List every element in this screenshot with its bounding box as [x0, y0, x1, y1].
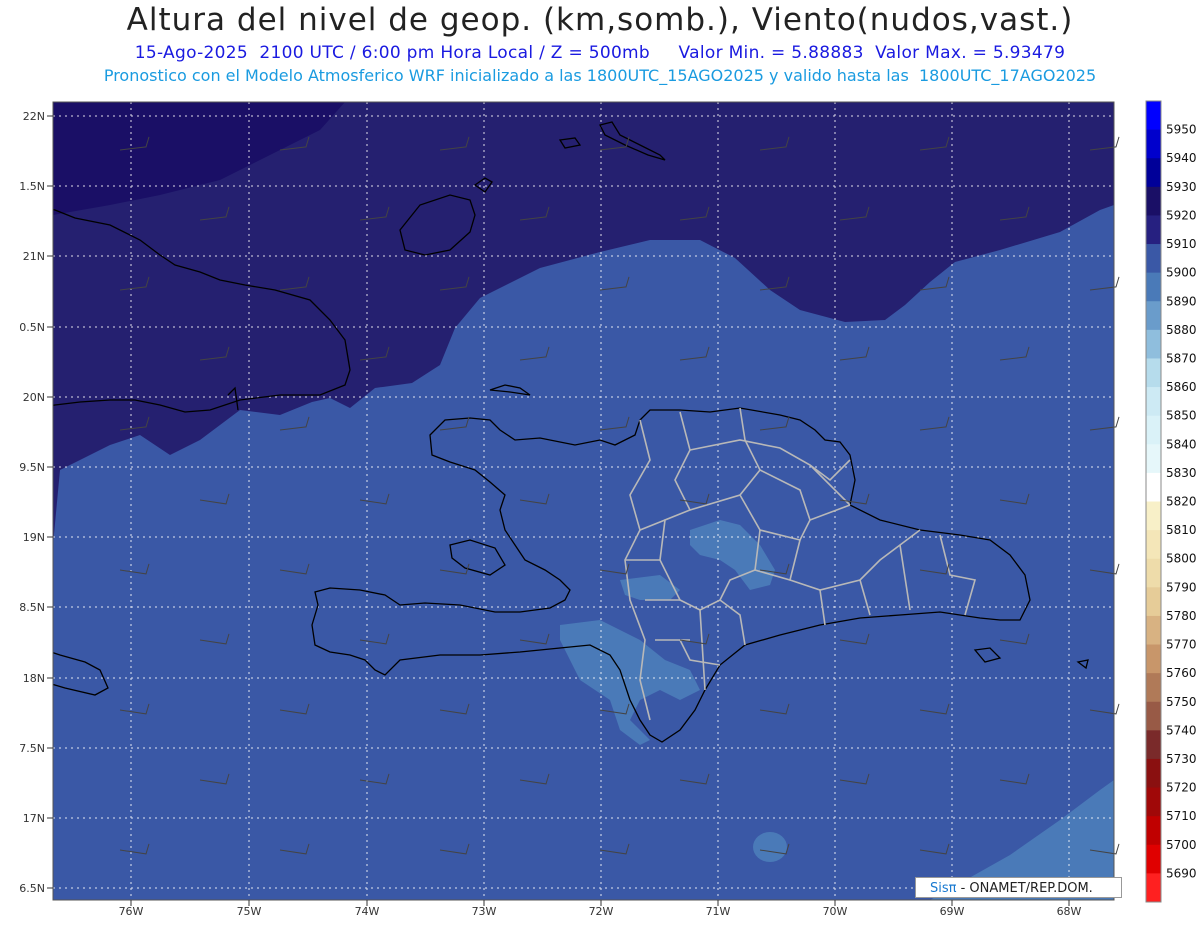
- credit-box: Sisπ - ONAMET/REP.DOM.: [915, 877, 1122, 898]
- lat-label: 9.5N: [19, 461, 45, 474]
- credit-text: - ONAMET/REP.DOM.: [960, 881, 1093, 896]
- lat-label: 8.5N: [19, 601, 45, 614]
- colorbar-swatch: [1146, 758, 1161, 789]
- lon-label: 76W: [119, 905, 144, 918]
- colorbar-label: 5870: [1166, 352, 1197, 366]
- lon-label: 74W: [355, 905, 380, 918]
- colorbar-swatch: [1146, 272, 1161, 302]
- colorbar-swatch: [1146, 387, 1161, 417]
- colorbar-label: 5790: [1166, 580, 1197, 594]
- colorbar-swatch: [1146, 501, 1161, 531]
- longitude-labels: 76W 75W 74W 73W 72W 71W 70W 69W 68W: [119, 900, 1082, 918]
- colorbar-swatch: [1146, 129, 1161, 159]
- colorbar-label: 5700: [1166, 838, 1197, 852]
- colorbar-label: 5720: [1166, 781, 1197, 795]
- colorbar-label: 5890: [1166, 294, 1197, 308]
- colorbar-label: 5900: [1166, 266, 1197, 280]
- colorbar-swatch: [1146, 101, 1161, 131]
- colorbar-swatch: [1146, 644, 1161, 674]
- colorbar-swatch: [1146, 673, 1161, 703]
- lon-label: 73W: [472, 905, 497, 918]
- colorbar-label: 5780: [1166, 609, 1197, 623]
- colorbar-label: 5800: [1166, 552, 1197, 566]
- lat-label: 1.5N: [19, 180, 45, 193]
- colorbar-swatch: [1146, 444, 1161, 474]
- colorbar-swatch: [1146, 873, 1161, 903]
- colorbar-swatch: [1146, 787, 1161, 817]
- colorbar-swatch: [1146, 215, 1161, 245]
- colorbar-swatch: [1146, 615, 1161, 646]
- colorbar-swatch: [1146, 587, 1161, 617]
- colorbar-swatch: [1146, 158, 1161, 188]
- colorbar-label: 5810: [1166, 523, 1197, 537]
- colorbar-swatch: [1146, 844, 1161, 874]
- colorbar-label: 5750: [1166, 695, 1197, 709]
- lat-label: 19N: [23, 531, 45, 544]
- colorbar-label: 5910: [1166, 237, 1197, 251]
- colorbar-label: 5770: [1166, 638, 1197, 652]
- lat-label: 7.5N: [19, 742, 45, 755]
- colorbar-swatch: [1146, 472, 1161, 502]
- colorbar-label: 5710: [1166, 809, 1197, 823]
- colorbar-label: 5940: [1166, 151, 1197, 165]
- colorbar-swatch: [1146, 358, 1161, 388]
- credit-brand: Sisπ: [930, 881, 957, 896]
- colorbar-label: 5730: [1166, 752, 1197, 766]
- colorbar-swatch: [1146, 530, 1161, 560]
- colorbar-swatch: [1146, 186, 1161, 216]
- colorbar-label: 5690: [1166, 866, 1197, 880]
- colorbar-swatch: [1146, 244, 1161, 274]
- colorbar-label: 5840: [1166, 437, 1197, 451]
- lat-label: 0.5N: [19, 321, 45, 334]
- colorbar-label: 5880: [1166, 323, 1197, 337]
- lat-label: 18N: [23, 672, 45, 685]
- colorbar-label: 5920: [1166, 208, 1197, 222]
- colorbar-swatch: [1146, 329, 1161, 359]
- colorbar-label: 5860: [1166, 380, 1197, 394]
- lat-label: 20N: [23, 391, 45, 404]
- field-light-blob1: [753, 832, 787, 862]
- colorbar-label: 5830: [1166, 466, 1197, 480]
- lon-label: 69W: [940, 905, 965, 918]
- map-figure: 22N 1.5N 21N 0.5N 20N 9.5N 19N 8.5N 18N 7.5N 17N 6.…: [19, 100, 1197, 918]
- colorbar-label: 5950: [1166, 123, 1197, 137]
- colorbar-swatch: [1146, 730, 1161, 760]
- colorbar-label: 5820: [1166, 495, 1197, 509]
- colorbar-swatch: [1146, 301, 1161, 331]
- lon-label: 71W: [706, 905, 731, 918]
- colorbar-swatch: [1146, 558, 1161, 588]
- lon-label: 72W: [589, 905, 614, 918]
- colorbar-swatch: [1146, 415, 1161, 445]
- lon-label: 70W: [823, 905, 848, 918]
- lat-label: 6.5N: [19, 882, 45, 895]
- colorbar-label: 5760: [1166, 666, 1197, 680]
- colorbar-label: 5740: [1166, 723, 1197, 737]
- lon-label: 68W: [1057, 905, 1082, 918]
- lat-label: 22N: [23, 110, 45, 123]
- latitude-labels: 22N 1.5N 21N 0.5N 20N 9.5N 19N 8.5N 18N 7.5N 17N 6.…: [19, 110, 53, 895]
- colorbar-swatch: [1146, 701, 1161, 731]
- lon-label: 75W: [237, 905, 262, 918]
- lat-label: 17N: [23, 812, 45, 825]
- colorbar: 5950 5940 5930 5920 5910 5900 5890 5880 5870 5860…: [1145, 100, 1197, 903]
- colorbar-swatch: [1146, 816, 1161, 846]
- colorbar-label: 5850: [1166, 409, 1197, 423]
- colorbar-label: 5930: [1166, 180, 1197, 194]
- lat-label: 21N: [23, 250, 45, 263]
